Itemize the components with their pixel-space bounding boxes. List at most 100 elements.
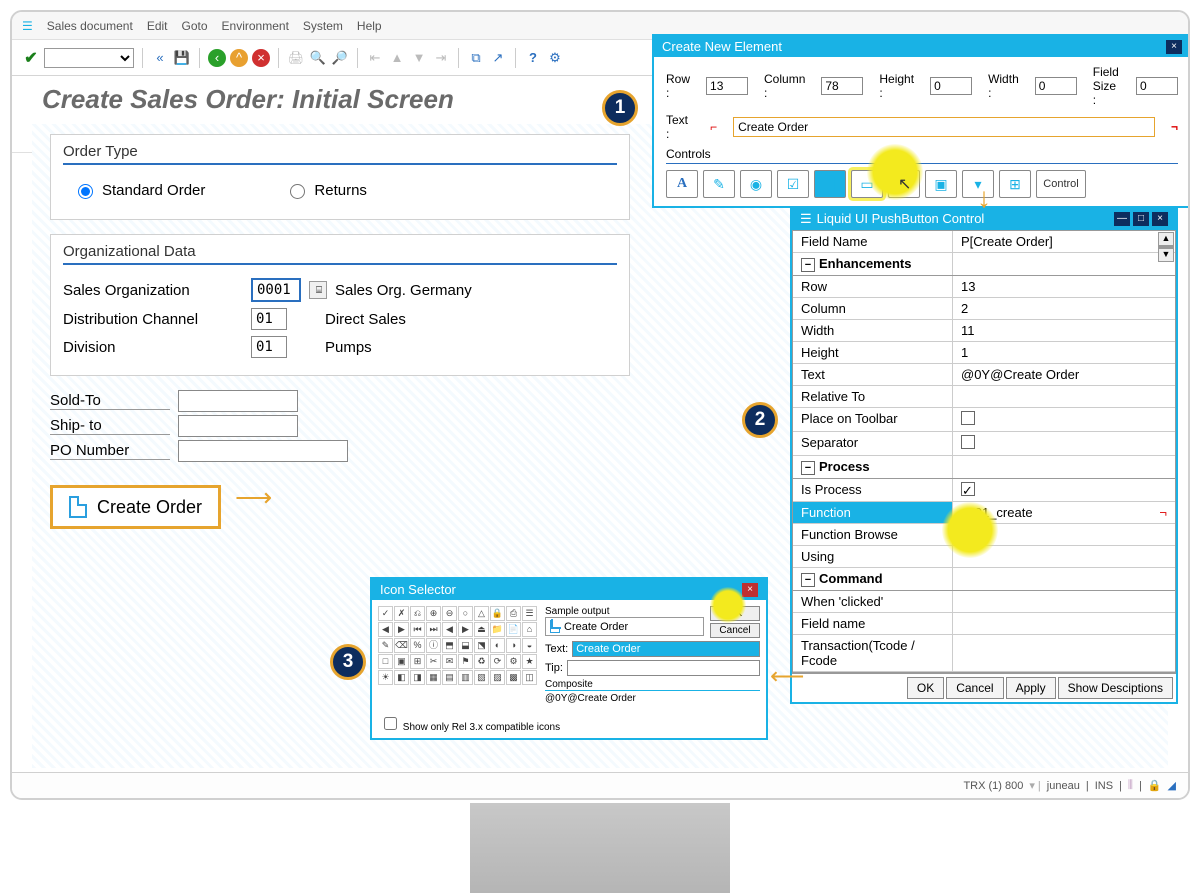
cancel-icon[interactable]: × [252,49,270,67]
isel-composite-value: @0Y@Create Order [545,691,760,706]
cne-width-input[interactable] [1035,77,1077,95]
isel-title-bar[interactable]: Icon Selector × [372,579,766,600]
pbc-cancel-button[interactable]: Cancel [946,677,1003,699]
pbc-text-value[interactable]: @0Y@Create Order [953,364,1175,385]
print-icon[interactable]: 🖨 [287,49,305,67]
icon-grid[interactable]: ✓✗⎌⊕⊖○△🔒⎙☰ ◀▶⏮⏭◀▶⏏📁📄⌂ ✎⌫%ⓘ⬒⬓⬔◐◑◒ □▣⊞✂✉⚑♻… [378,606,537,706]
radio-standard-order[interactable]: Standard Order [73,181,205,199]
order-type-group: Order Type Standard Order Returns [50,134,630,220]
division-input[interactable] [251,336,287,358]
cne-row-input[interactable] [706,77,748,95]
minimize-icon[interactable]: — [1114,212,1130,226]
isel-ok-button[interactable]: OK [710,606,760,621]
isel-text-input[interactable] [572,641,760,657]
page-down-icon[interactable]: ▼ [410,49,428,67]
page-up-icon[interactable]: ▲ [388,49,406,67]
nav-back-icon[interactable]: ‹ [208,49,226,67]
cne-text-input[interactable] [733,117,1155,137]
chevron-icon[interactable]: ◢ [1168,779,1176,792]
ctl-edit-icon[interactable]: ✎ [703,170,735,198]
page-last-icon[interactable]: ⇥ [432,49,450,67]
division-label: Division [63,339,243,356]
cne-controls-label: Controls [666,147,1178,164]
sold-to-label: Sold-To [50,392,170,410]
cne-row-label: Row : [666,72,690,100]
pbc-row-value[interactable]: 13 [953,276,1175,297]
settings-icon[interactable]: ⚙ [546,49,564,67]
pbc-show-button[interactable]: Show Desciptions [1058,677,1173,699]
tcode-combo[interactable] [44,48,134,68]
pbc-col-value[interactable]: 2 [953,298,1175,319]
page-first-icon[interactable]: ⇤ [366,49,384,67]
sales-org-help-icon[interactable]: ⌸ [309,281,327,299]
pbc-relative-value[interactable] [953,386,1175,407]
close-icon[interactable]: × [742,583,758,597]
menu-edit[interactable]: Edit [147,19,168,33]
pbc-separator-checkbox[interactable] [961,435,975,449]
ctl-image-icon[interactable]: ▣ [925,170,957,198]
ctl-control-button[interactable]: Control [1036,170,1086,198]
ctl-text-icon[interactable]: A [666,170,698,198]
pbc-height-value[interactable]: 1 [953,342,1175,363]
ctl-fill-icon[interactable]: ▉ [814,170,846,198]
menu-environment[interactable]: Environment [222,19,289,33]
collapse-icon[interactable]: − [801,258,815,272]
create-order-button[interactable]: Create Order [50,485,221,529]
pbc-width-value[interactable]: 11 [953,320,1175,341]
pbc-scrollbar[interactable]: ▲▼ [1158,232,1174,262]
pbc-function-value[interactable]: va01_create¬ [953,502,1175,523]
cne-col-input[interactable] [821,77,863,95]
pbc-isprocess-checkbox[interactable]: ✓ [961,482,975,496]
pbc-toolbar-checkbox[interactable] [961,411,975,425]
close-icon[interactable]: × [1166,40,1182,54]
pbc-ok-button[interactable]: OK [907,677,944,699]
nav-up-icon[interactable]: ^ [230,49,248,67]
enter-icon[interactable]: ✔ [22,49,40,67]
isel-tip-label: Tip: [545,662,563,674]
menu-system[interactable]: System [303,19,343,33]
collapse-icon[interactable]: − [801,461,815,475]
menu-sales-document[interactable]: Sales document [47,19,133,33]
pbc-apply-button[interactable]: Apply [1006,677,1056,699]
pbc-command-label: Command [819,571,883,586]
po-number-input[interactable] [178,440,348,462]
cne-controls-row: A ✎ ◉ ☑ ▉ ▭ ≡ ▣ ▾ ⊞ Control [666,170,1178,198]
isel-showrel-checkbox[interactable]: Show only Rel 3.x compatible icons [380,722,560,733]
menu-help[interactable]: Help [357,19,382,33]
collapse-icon[interactable]: − [801,573,815,587]
isel-tip-input[interactable] [567,660,760,676]
arrow-right-icon: ⟶ [235,482,272,513]
maximize-icon[interactable]: □ [1133,212,1149,226]
dist-channel-input[interactable] [251,308,287,330]
dist-channel-label: Distribution Channel [63,311,243,328]
pbc-fieldname-value[interactable]: P[Create Order] [953,231,1175,252]
ctl-pushbutton-icon[interactable]: ▭ [851,170,883,198]
help-icon[interactable]: ? [524,49,542,67]
cne-col-label: Column : [764,72,805,100]
shortcut-icon[interactable]: ↗ [489,49,507,67]
save-icon[interactable]: 💾 [173,49,191,67]
sales-org-input[interactable] [251,278,301,302]
cne-title-bar[interactable]: Create New Element × [654,36,1190,57]
session-icon[interactable]: ⧉ [467,49,485,67]
cne-fieldsize-input[interactable] [1136,77,1178,95]
ship-to-label: Ship- to [50,417,170,435]
callout-1: 1 [602,90,638,126]
find-icon[interactable]: 🔍 [309,49,327,67]
back-icon[interactable]: « [151,49,169,67]
sold-to-input[interactable] [178,390,298,412]
sales-org-text: Sales Org. Germany [335,282,472,299]
findnext-icon[interactable]: 🔎 [331,49,349,67]
ctl-radio-icon[interactable]: ◉ [740,170,772,198]
isel-cancel-button[interactable]: Cancel [710,623,760,638]
cne-fieldsize-label: Field Size : [1093,65,1120,107]
close-icon[interactable]: × [1152,212,1168,226]
cne-height-label: Height : [879,72,914,100]
ship-to-input[interactable] [178,415,298,437]
ctl-table-icon[interactable]: ⊞ [999,170,1031,198]
cne-text-label: Text : [666,113,694,141]
ctl-check-icon[interactable]: ☑ [777,170,809,198]
cne-height-input[interactable] [930,77,972,95]
radio-returns[interactable]: Returns [285,181,367,199]
menu-goto[interactable]: Goto [182,19,208,33]
